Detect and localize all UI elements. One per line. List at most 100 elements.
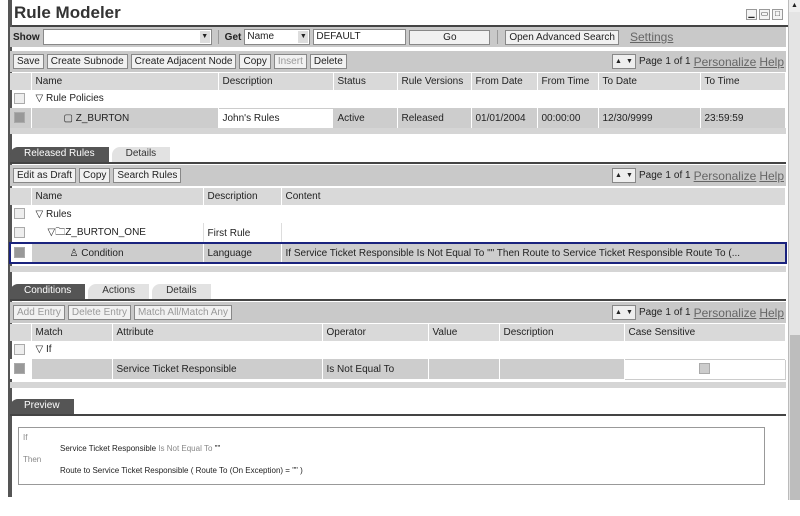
- expand-icon[interactable]: ▽: [36, 209, 44, 220]
- table-header: Name Description Content: [10, 188, 786, 205]
- row-selector[interactable]: [14, 363, 25, 375]
- policy-description[interactable]: John's Rules: [217, 107, 334, 129]
- delete-button[interactable]: Delete: [309, 54, 347, 69]
- col-name[interactable]: Name: [31, 73, 219, 90]
- row-selector[interactable]: [14, 208, 25, 220]
- help-link[interactable]: Help: [759, 169, 784, 183]
- personalize-link[interactable]: Personalize: [694, 169, 757, 183]
- table-footer: [10, 128, 786, 134]
- condition-name[interactable]: Condition: [81, 248, 123, 259]
- copy-button[interactable]: Copy: [239, 54, 271, 69]
- cond-attribute[interactable]: Service Ticket Responsible: [112, 359, 323, 379]
- table-header: Match Attribute Operator Value Descripti…: [10, 324, 786, 341]
- row-selector[interactable]: [14, 112, 25, 124]
- tab-released-rules[interactable]: Released Rules: [10, 147, 109, 162]
- col-from-time[interactable]: From Time: [537, 73, 599, 90]
- page-up-icon[interactable]: ▲: [613, 55, 624, 68]
- match-all-any-button[interactable]: Match All/Match Any: [133, 305, 232, 320]
- col-name[interactable]: Name: [31, 188, 204, 205]
- page-down-icon[interactable]: ▼: [624, 169, 635, 182]
- col-to-date[interactable]: To Date: [598, 73, 701, 90]
- copy-button[interactable]: Copy: [79, 168, 111, 183]
- tab-preview[interactable]: Preview: [10, 399, 74, 414]
- folder-icon: 🗀: [55, 226, 66, 238]
- personalize-link[interactable]: Personalize: [694, 55, 757, 69]
- col-to-time[interactable]: To Time: [700, 73, 786, 90]
- group-label: If: [45, 344, 52, 356]
- page-total: of 1: [673, 307, 691, 318]
- col-status[interactable]: Status: [333, 73, 398, 90]
- help-link[interactable]: Help: [759, 306, 784, 320]
- get-select[interactable]: Name ▼: [244, 29, 311, 45]
- col-operator[interactable]: Operator: [322, 324, 429, 341]
- table-row: ▢ Z_BURTON John's Rules Active Released …: [10, 107, 786, 129]
- delete-entry-button[interactable]: Delete Entry: [67, 305, 131, 320]
- table-row-condition: ♙ Condition Language If Service Ticket R…: [9, 242, 787, 264]
- scroll-thumb[interactable]: [790, 335, 800, 500]
- row-selector[interactable]: [14, 344, 25, 356]
- tab-details[interactable]: Details: [152, 284, 211, 299]
- tab-actions[interactable]: Actions: [88, 284, 150, 299]
- case-sensitive-checkbox[interactable]: [699, 363, 711, 375]
- help-link[interactable]: Help: [759, 55, 784, 69]
- personalize-link[interactable]: Personalize: [694, 306, 757, 320]
- minimize-icon[interactable]: ▁: [746, 9, 757, 20]
- page-up-icon[interactable]: ▲: [613, 306, 624, 319]
- page-label: Page: [639, 170, 663, 181]
- row-selector[interactable]: [14, 227, 25, 239]
- table-header: Name Description Status Rule Versions Fr…: [10, 73, 786, 90]
- page-down-icon[interactable]: ▼: [624, 55, 635, 68]
- col-description[interactable]: Description: [499, 324, 625, 341]
- page-total: of 1: [673, 56, 691, 67]
- row-selector[interactable]: [14, 93, 25, 105]
- edit-as-draft-button[interactable]: Edit as Draft: [13, 168, 77, 183]
- page-down-icon[interactable]: ▼: [624, 306, 635, 319]
- page-up-icon[interactable]: ▲: [613, 169, 624, 182]
- vertical-scrollbar[interactable]: ▲: [788, 0, 800, 500]
- tab-details[interactable]: Details: [111, 147, 171, 162]
- create-adjacent-node-button[interactable]: Create Adjacent Node: [130, 54, 237, 69]
- cond-description[interactable]: [499, 359, 625, 379]
- policy-name[interactable]: Z_BURTON: [76, 113, 130, 124]
- create-subnode-button[interactable]: Create Subnode: [46, 54, 128, 69]
- col-attribute[interactable]: Attribute: [112, 324, 323, 341]
- cond-operator[interactable]: Is Not Equal To: [322, 359, 429, 379]
- scroll-up-icon[interactable]: ▲: [789, 0, 800, 12]
- search-input[interactable]: DEFAULT: [313, 29, 407, 45]
- col-case-sensitive[interactable]: Case Sensitive: [624, 324, 786, 341]
- col-content[interactable]: Content: [281, 188, 786, 205]
- settings-link[interactable]: Settings: [630, 30, 673, 44]
- table-footer: [10, 266, 786, 272]
- go-button[interactable]: Go: [409, 29, 491, 45]
- rule-content: [281, 223, 786, 243]
- save-button[interactable]: Save: [13, 54, 44, 69]
- col-rule-versions[interactable]: Rule Versions: [397, 73, 472, 90]
- col-match[interactable]: Match: [31, 324, 113, 341]
- policy-to-date: 12/30/9999: [598, 108, 701, 128]
- policy-table: Name Description Status Rule Versions Fr…: [10, 73, 786, 129]
- row-selector[interactable]: [14, 247, 25, 259]
- cond-value[interactable]: [428, 359, 500, 379]
- col-value[interactable]: Value: [428, 324, 500, 341]
- group-label: Rules: [45, 208, 72, 220]
- tab-conditions[interactable]: Conditions: [10, 284, 86, 299]
- insert-button[interactable]: Insert: [273, 54, 307, 69]
- show-select[interactable]: ▼: [42, 29, 212, 45]
- expand-icon[interactable]: ▽: [36, 344, 44, 355]
- conditions-toolbar: Add Entry Delete Entry Match All/Match A…: [10, 302, 786, 323]
- restore-icon[interactable]: ▭: [759, 9, 770, 20]
- col-description[interactable]: Description: [218, 73, 334, 90]
- rule-name[interactable]: Z_BURTON_ONE: [65, 227, 146, 238]
- add-entry-button[interactable]: Add Entry: [13, 305, 65, 320]
- advanced-search-button[interactable]: Open Advanced Search: [505, 29, 619, 45]
- group-label: Rule Policies: [45, 93, 104, 105]
- condition-description: Language: [203, 243, 282, 263]
- col-description[interactable]: Description: [203, 188, 282, 205]
- page-label: Page: [639, 56, 663, 67]
- col-from-date[interactable]: From Date: [471, 73, 538, 90]
- preview-then-label: Then: [23, 455, 42, 464]
- expand-icon[interactable]: ▽: [36, 93, 44, 104]
- maximize-icon[interactable]: □: [772, 9, 783, 20]
- rules-toolbar: Edit as Draft Copy Search Rules ▲ ▼ Page 1…: [10, 165, 786, 186]
- search-rules-button[interactable]: Search Rules: [113, 168, 182, 183]
